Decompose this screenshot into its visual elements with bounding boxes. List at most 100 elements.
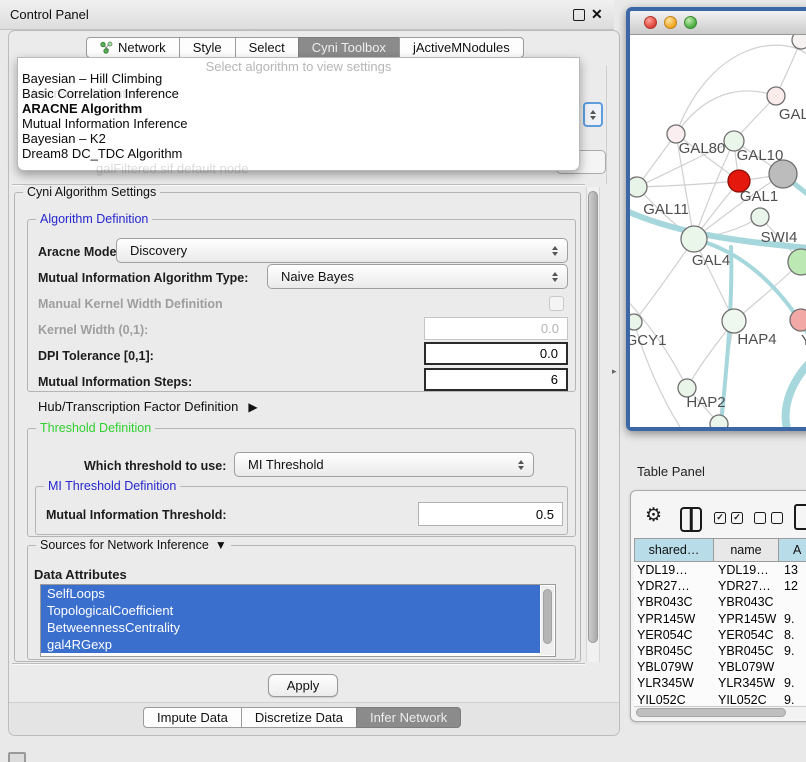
viewport-groove [12, 663, 585, 665]
network-node[interactable] [710, 415, 728, 427]
tab-cyni-toolbox[interactable]: Cyni Toolbox [298, 37, 400, 58]
attribute-item-selected[interactable]: BetweennessCentrality [41, 619, 540, 636]
network-edge-highlighted[interactable] [786, 353, 806, 427]
gear-icon[interactable]: ⚙ [645, 505, 662, 527]
table-cell: YER054C [714, 628, 780, 642]
tab-style[interactable]: Style [179, 37, 236, 58]
table-row[interactable]: YIL052CYIL052C9. [634, 692, 806, 706]
network-node[interactable] [751, 208, 769, 226]
column-header-shared-name[interactable]: shared… [634, 538, 714, 562]
network-edge[interactable] [637, 181, 739, 187]
hub-definition-label: Hub/Transcription Factor Definition [38, 399, 238, 414]
tab-jactivemnodules[interactable]: jActiveMNodules [399, 37, 524, 58]
table-row[interactable]: YBL079WYBL079W [634, 659, 806, 675]
network-node-label: HAP4 [737, 331, 776, 348]
table-row[interactable]: YPR145WYPR145W9. [634, 611, 806, 627]
network-node[interactable] [630, 177, 647, 197]
network-view-window: GAL7GAL80GAL10GAL1GAL11SWI4GAL4GCY1HAP4Y… [626, 7, 806, 431]
aracne-mode-select[interactable]: Discovery [116, 238, 568, 263]
algorithm-combo-stepper[interactable] [583, 102, 603, 127]
table-row[interactable]: YDR27…YDR27…12 [634, 578, 806, 594]
float-window-button[interactable] [573, 9, 585, 21]
stepper-down-icon [590, 116, 596, 120]
mi-type-select[interactable]: Naive Bayes [267, 264, 568, 289]
dpi-tolerance-label: DPI Tolerance [0,1]: [38, 349, 154, 363]
table-cell: YDR27… [634, 579, 714, 593]
close-icon[interactable]: ✕ [591, 6, 603, 23]
network-node[interactable] [767, 87, 785, 105]
checked-box-icon: ✓ [714, 512, 726, 524]
close-traffic-light[interactable] [644, 16, 657, 29]
network-edge[interactable] [634, 239, 694, 322]
algorithm-list: Bayesian – Hill ClimbingBasic Correlatio… [20, 72, 577, 161]
network-node[interactable] [790, 309, 806, 331]
table-cell: YBL079W [634, 660, 714, 674]
tab-label: Infer Network [370, 710, 447, 725]
algorithm-option[interactable]: Basic Correlation Inference [20, 87, 577, 102]
checked-box-icon: ✓ [731, 512, 743, 524]
network-node[interactable] [792, 35, 806, 49]
tab-select[interactable]: Select [235, 37, 299, 58]
stepper-icon [552, 272, 558, 282]
table-row[interactable]: YBR045CYBR045C9. [634, 643, 806, 659]
zoom-traffic-light[interactable] [684, 16, 697, 29]
attributes-scrollbar-thumb[interactable] [543, 589, 552, 644]
table-cell: YBL079W [714, 660, 780, 674]
column-header-name[interactable]: name [713, 538, 779, 562]
tab-impute-data[interactable]: Impute Data [143, 707, 242, 728]
network-node-label: GCY1 [630, 332, 666, 349]
mi-steps-field[interactable]: 6 [424, 368, 568, 391]
deselect-all-columns-icon[interactable] [754, 512, 783, 524]
document-icon[interactable] [794, 504, 806, 530]
table-cell: YIL052C [714, 693, 780, 705]
table-cell: 9. [780, 612, 806, 626]
hub-definition-disclosure[interactable]: Hub/Transcription Factor Definition ▶ [38, 399, 258, 414]
split-handle-icon[interactable]: ▸ [612, 366, 617, 377]
tab-label: Style [193, 40, 222, 55]
attribute-item-selected[interactable]: gal4RGexp [41, 636, 540, 653]
mi-threshold-field[interactable]: 0.5 [418, 502, 563, 526]
table-header: shared… name A [634, 538, 806, 562]
algorithm-option[interactable]: Mutual Information Inference [20, 117, 577, 132]
table-cell: 12 [780, 579, 806, 593]
table-row[interactable]: YDL19…YDL19…13 [634, 562, 806, 578]
table-hscrollbar-thumb[interactable] [636, 708, 786, 717]
dpi-tolerance-field[interactable]: 0.0 [424, 342, 568, 365]
tab-network[interactable]: Network [86, 37, 180, 58]
attributes-scrollbar-track[interactable] [541, 586, 554, 655]
table-row[interactable]: YER054CYER054C8. [634, 627, 806, 643]
which-threshold-select[interactable]: MI Threshold [234, 452, 534, 477]
which-threshold-value: MI Threshold [248, 457, 324, 472]
attribute-item-selected[interactable]: SelfLoops [41, 585, 540, 602]
select-all-columns-icon[interactable]: ✓ ✓ [714, 512, 743, 524]
network-canvas[interactable]: GAL7GAL80GAL10GAL1GAL11SWI4GAL4GCY1HAP4Y… [630, 35, 806, 427]
table-row[interactable]: YBR043CYBR043C [634, 594, 806, 610]
network-graph[interactable]: GAL7GAL80GAL10GAL1GAL11SWI4GAL4GCY1HAP4Y… [630, 35, 806, 427]
settings-scrollbar-thumb[interactable] [588, 191, 598, 643]
minimized-panel-icon[interactable] [8, 752, 26, 762]
table-cell: YLR345W [634, 676, 714, 690]
split-columns-icon[interactable] [680, 507, 702, 532]
algorithm-option[interactable]: ARACNE Algorithm [20, 102, 577, 117]
aracne-mode-label: Aracne Mode: [38, 245, 121, 259]
manual-kernel-checkbox[interactable] [549, 296, 564, 311]
mi-threshold-label: Mutual Information Threshold: [46, 508, 227, 522]
algorithm-option[interactable]: Dream8 DC_TDC Algorithm [20, 147, 577, 162]
table-row[interactable]: YLR345WYLR345W9. [634, 675, 806, 691]
attribute-item-selected[interactable]: TopologicalCoefficient [41, 602, 540, 619]
network-node[interactable] [722, 309, 746, 333]
algorithm-option[interactable]: Bayesian – Hill Climbing [20, 72, 577, 87]
algorithm-option[interactable]: Bayesian – K2 [20, 132, 577, 147]
column-header-clipped[interactable]: A [778, 538, 806, 562]
network-node[interactable] [769, 160, 797, 188]
mi-type-value: Naive Bayes [281, 269, 354, 284]
minimize-traffic-light[interactable] [664, 16, 677, 29]
kernel-width-field[interactable]: 0.0 [424, 317, 568, 340]
apply-button[interactable]: Apply [268, 674, 338, 697]
network-window-titlebar[interactable] [630, 11, 806, 35]
tab-infer-network[interactable]: Infer Network [356, 707, 461, 728]
tab-discretize-data[interactable]: Discretize Data [241, 707, 357, 728]
network-node[interactable] [681, 226, 707, 252]
sources-disclosure[interactable]: Sources for Network Inference ▼ [36, 538, 231, 552]
network-node[interactable] [630, 314, 642, 330]
